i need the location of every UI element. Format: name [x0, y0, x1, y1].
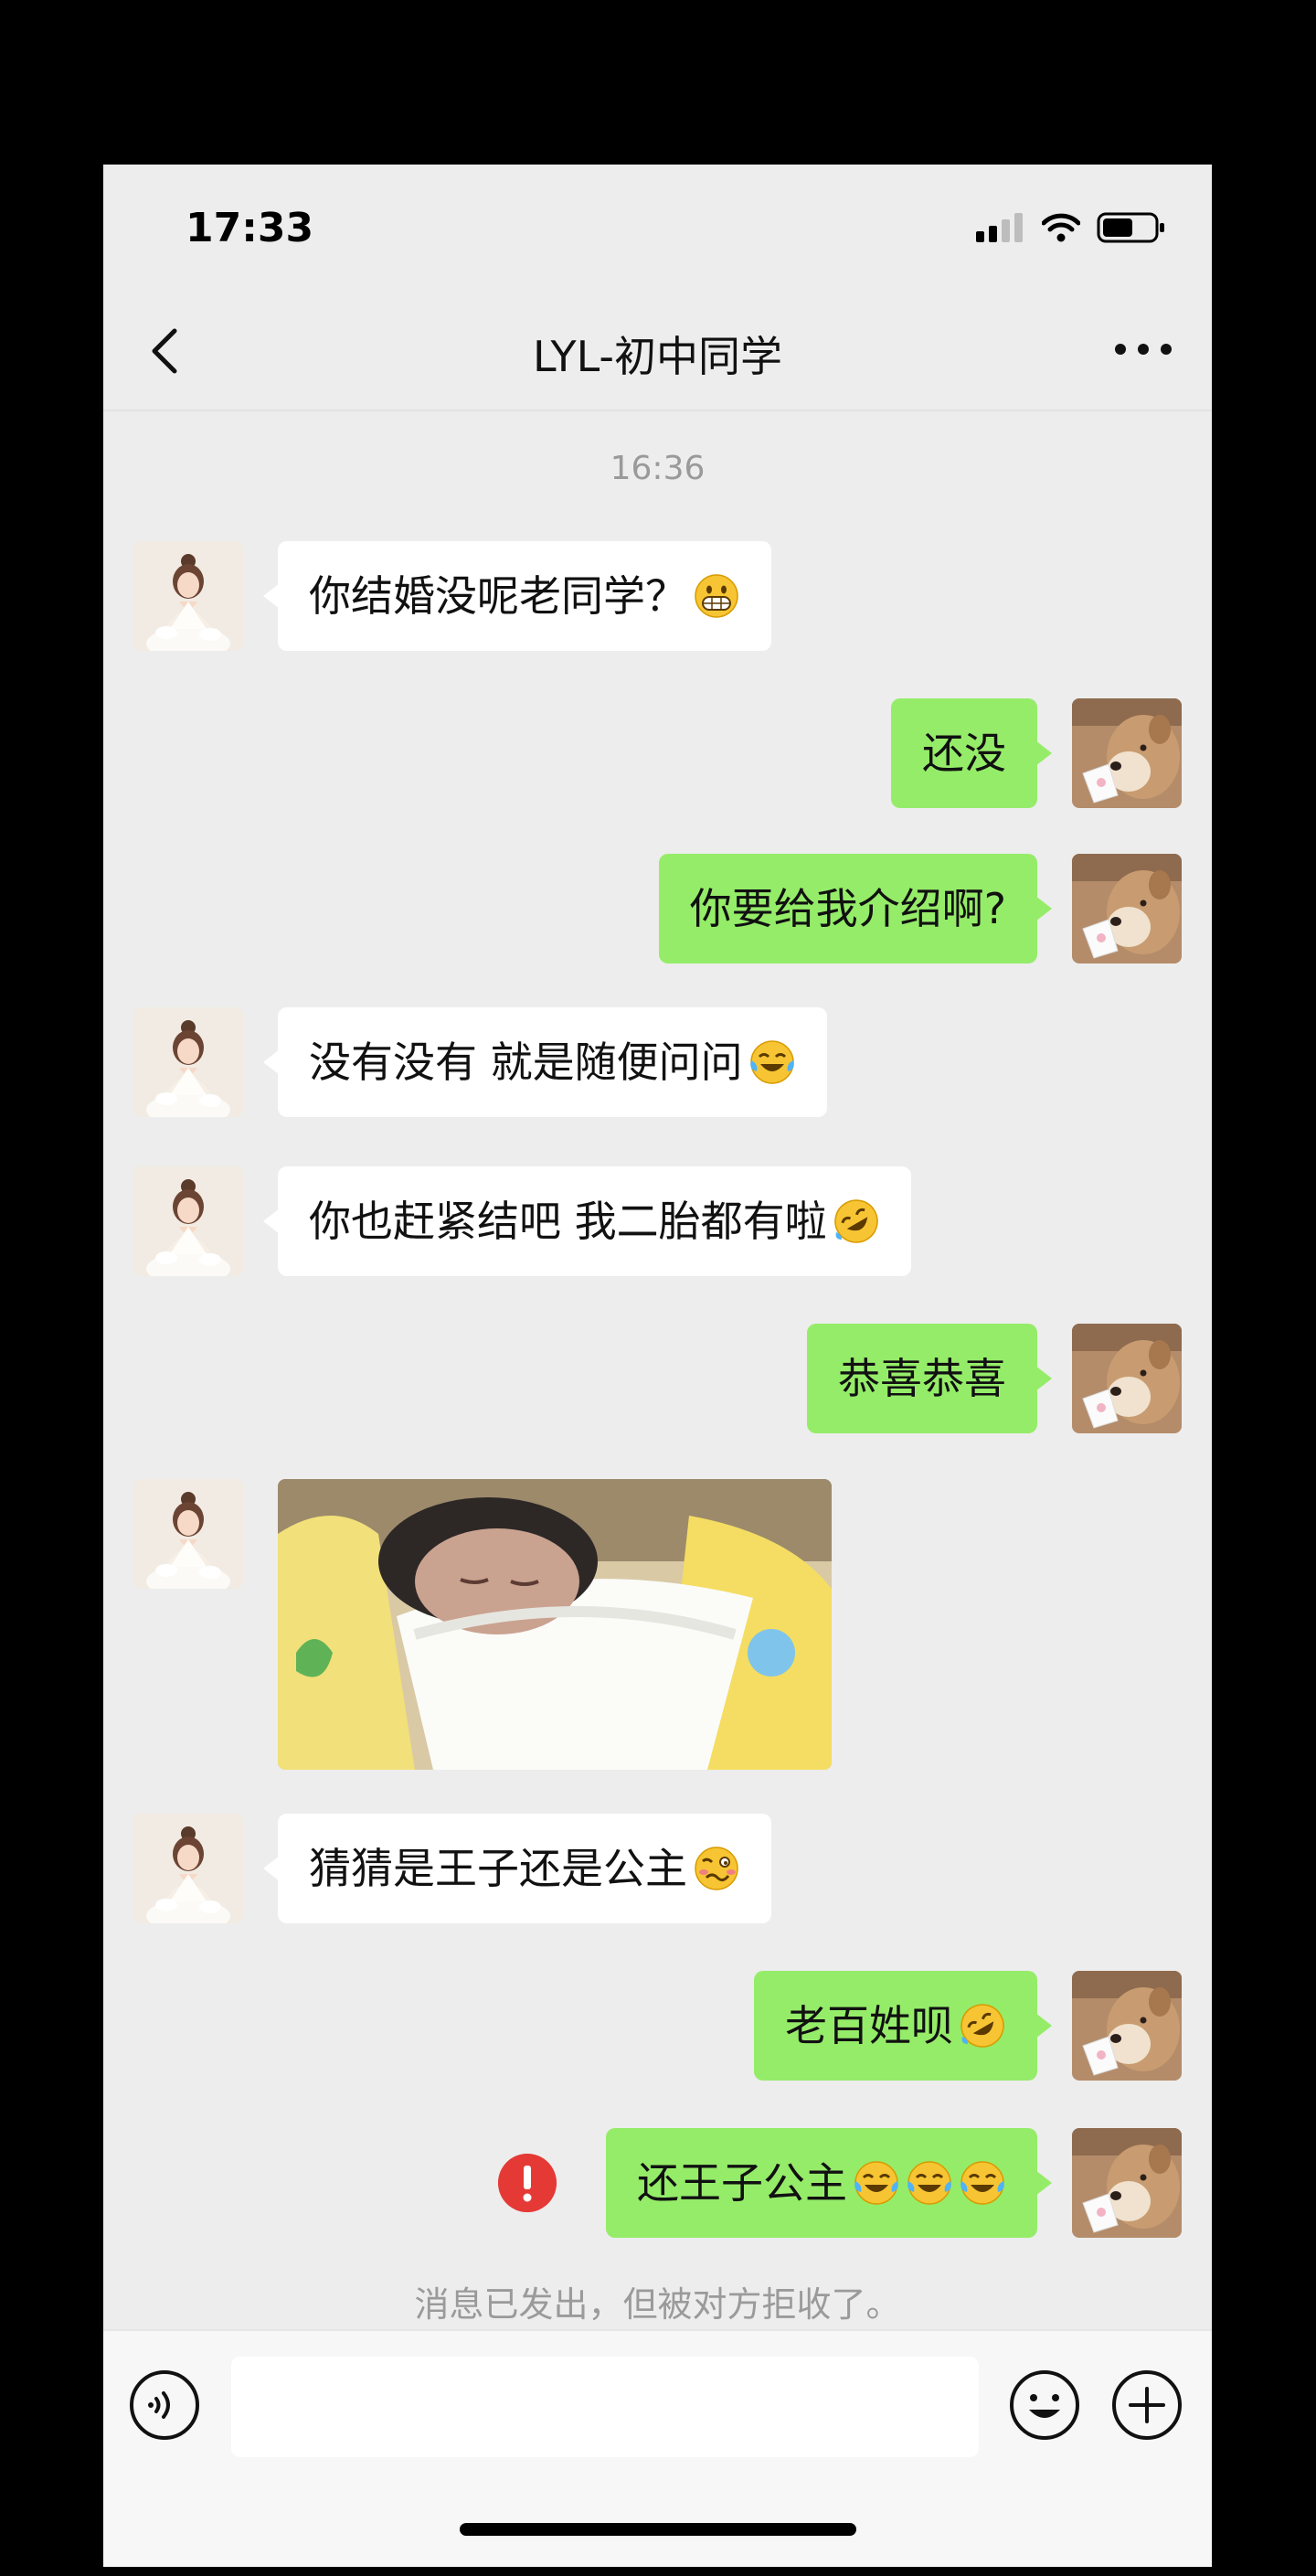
rolling-on-floor-laughing-icon — [833, 1198, 880, 1245]
message-text: 猜猜是王子还是公主 — [309, 1844, 687, 1893]
message-text: 恭喜恭喜 — [838, 1354, 1006, 1403]
more-options-icon[interactable] — [1111, 331, 1175, 367]
contact-avatar[interactable] — [133, 1479, 243, 1589]
woozy-face-icon — [693, 1845, 740, 1892]
home-indicator — [460, 2523, 856, 2536]
message-bubble[interactable]: 还王子公主 — [606, 2128, 1052, 2238]
message-bubble[interactable]: 还没 — [891, 698, 1052, 808]
message-text: 没有没有 就是随便问问 — [309, 1038, 743, 1087]
contact-avatar[interactable] — [133, 1166, 243, 1276]
message-text: 你要给我介绍啊? — [689, 884, 1006, 933]
message-bubble[interactable]: 没有没有 就是随便问问 — [263, 1007, 827, 1117]
face-with-tears-of-joy-icon — [906, 2159, 953, 2207]
baby-photo[interactable] — [278, 1479, 832, 1770]
plus-icon[interactable] — [1111, 2369, 1183, 2441]
system-notice: 消息已发出，但被对方拒收了。 — [414, 2284, 901, 2325]
contact-avatar[interactable] — [133, 1007, 243, 1117]
status-icons — [976, 212, 1166, 243]
message-input[interactable] — [231, 2357, 979, 2457]
signal-icon — [976, 213, 1023, 242]
grinning-face-icon — [693, 572, 740, 620]
message-text: 还没 — [922, 729, 1006, 778]
battery-icon — [1097, 212, 1164, 243]
wifi-icon — [1042, 213, 1080, 242]
message-bubble[interactable]: 猜猜是王子还是公主 — [263, 1814, 771, 1923]
rolling-on-floor-laughing-icon — [959, 2002, 1006, 2049]
status-bar: 17:33 — [103, 165, 1212, 293]
contact-avatar[interactable] — [133, 1814, 243, 1923]
emoji-icon[interactable] — [1009, 2369, 1080, 2441]
face-with-tears-of-joy-icon — [853, 2159, 900, 2207]
face-with-tears-of-joy-icon — [748, 1038, 796, 1086]
message-bubble[interactable]: 老百姓呗 — [754, 1971, 1052, 2081]
chat-screen: 17:33 LYL-初中同学 16:36 你结婚没呢老同学？ 还没 你要给我介绍… — [103, 165, 1212, 2567]
my-avatar[interactable] — [1072, 1971, 1182, 2081]
message-text: 你结婚没呢老同学？ — [309, 571, 687, 621]
chat-title: LYL-初中同学 — [532, 332, 783, 381]
chat-header: LYL-初中同学 — [103, 293, 1212, 411]
voice-input-icon[interactable] — [129, 2369, 200, 2441]
status-time: 17:33 — [186, 205, 314, 251]
contact-avatar[interactable] — [133, 541, 243, 651]
message-text: 还王子公主 — [637, 2158, 847, 2208]
my-avatar[interactable] — [1072, 698, 1182, 808]
message-bubble[interactable]: 你要给我介绍啊? — [658, 854, 1053, 963]
my-avatar[interactable] — [1072, 854, 1182, 963]
message-bubble[interactable]: 你结婚没呢老同学？ — [263, 541, 771, 651]
my-avatar[interactable] — [1072, 1324, 1182, 1433]
message-text: 老百姓呗 — [785, 2001, 953, 2050]
message-bubble[interactable]: 恭喜恭喜 — [807, 1324, 1052, 1433]
my-avatar[interactable] — [1072, 2128, 1182, 2238]
message-text: 你也赶紧结吧 我二胎都有啦 — [309, 1197, 827, 1246]
message-bubble[interactable]: 你也赶紧结吧 我二胎都有啦 — [263, 1166, 911, 1276]
exclamation-icon[interactable] — [498, 2154, 557, 2212]
face-with-tears-of-joy-icon — [959, 2159, 1006, 2207]
message-timestamp: 16:36 — [610, 450, 706, 487]
